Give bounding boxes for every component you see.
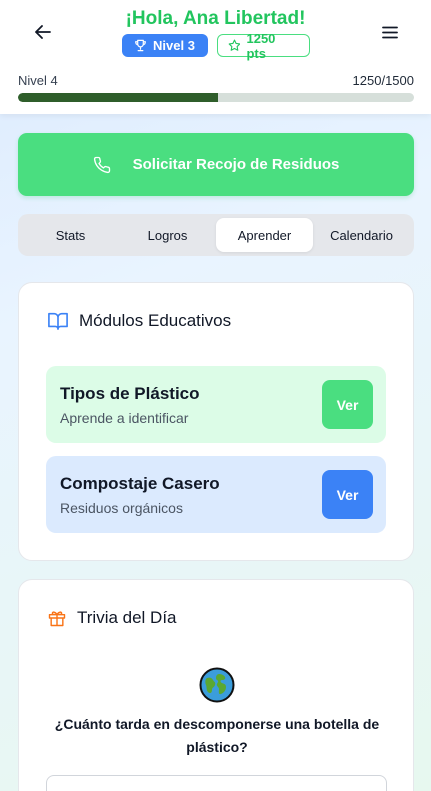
modules-card-title: Módulos Educativos <box>79 311 232 330</box>
tab-logros[interactable]: Logros <box>119 218 216 252</box>
trophy-icon <box>135 39 146 52</box>
level-progress-fill <box>18 93 218 102</box>
section-tabs: Stats Logros Aprender Calendario <box>18 214 414 256</box>
level-badge-label: Nivel 3 <box>153 38 195 53</box>
globe-icon <box>199 667 235 703</box>
view-module-button[interactable]: Ver <box>322 470 373 519</box>
view-module-button[interactable]: Ver <box>322 380 373 429</box>
greeting-title: ¡Hola, Ana Libertad! <box>125 8 306 29</box>
trivia-question: ¿Cuánto tarda en descomponerse una botel… <box>54 716 380 755</box>
next-level-label: Nivel 4 <box>18 73 58 88</box>
trivia-card-title: Trivia del Día <box>77 608 177 627</box>
user-badges: Nivel 3 1250 pts <box>0 31 431 61</box>
level-badge: Nivel 3 <box>121 34 208 57</box>
book-open-icon <box>48 312 68 330</box>
modules-card-header: Módulos Educativos <box>47 311 231 331</box>
tab-calendario[interactable]: Calendario <box>313 218 410 252</box>
module-title: Compostaje Casero <box>60 474 220 493</box>
module-item: Compostaje Casero Residuos orgánicos Ver <box>46 456 386 533</box>
module-subtitle: Aprende a identificar <box>60 410 189 426</box>
gift-icon <box>48 611 66 627</box>
module-subtitle: Residuos orgánicos <box>60 500 183 516</box>
trivia-answer-option[interactable] <box>46 775 387 791</box>
progress-value: 1250/1500 <box>352 73 414 88</box>
app-header: ¡Hola, Ana Libertad! Nivel 3 1250 pts Ni… <box>0 0 431 114</box>
points-badge-label: 1250 pts <box>246 30 276 61</box>
module-title: Tipos de Plástico <box>60 384 200 403</box>
module-item: Tipos de Plástico Aprende a identificar … <box>46 366 386 443</box>
tab-aprender[interactable]: Aprender <box>216 218 313 252</box>
tab-stats[interactable]: Stats <box>22 218 119 252</box>
request-pickup-label: Solicitar Recojo de Residuos <box>132 156 340 173</box>
points-badge: 1250 pts <box>216 31 310 61</box>
star-icon <box>228 39 240 51</box>
request-pickup-button[interactable]: Solicitar Recojo de Residuos <box>18 133 414 196</box>
trivia-card-header: Trivia del Día <box>47 608 177 628</box>
educational-modules-card: Módulos Educativos Tipos de Plástico Apr… <box>18 282 414 561</box>
level-progress-bar <box>18 93 414 102</box>
daily-trivia-card: Trivia del Día ¿Cuánto tarda en descompo… <box>18 579 414 791</box>
phone-icon <box>93 156 111 174</box>
